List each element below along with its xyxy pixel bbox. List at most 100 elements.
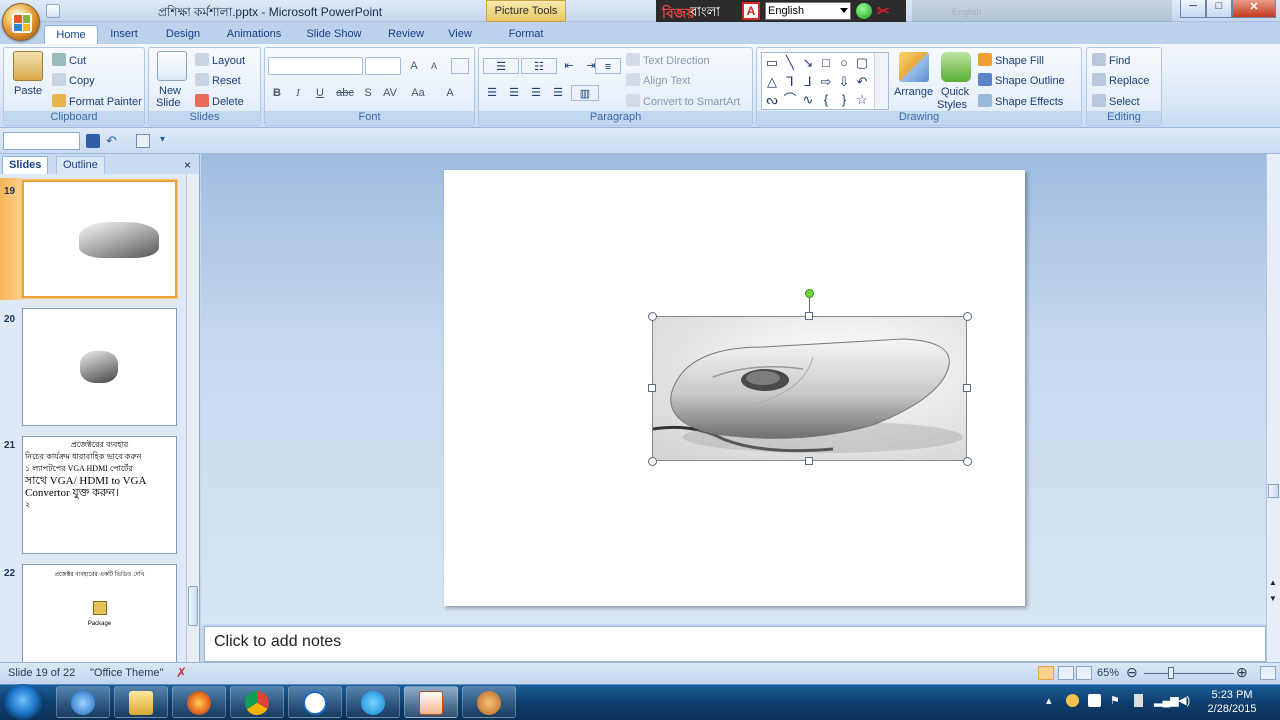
align-center-button[interactable]: ☰ xyxy=(505,85,523,101)
shape-arrow-icon[interactable]: ↘ xyxy=(800,55,816,71)
undo-icon[interactable]: ↶ xyxy=(106,133,117,149)
underline-button[interactable]: U xyxy=(311,85,329,101)
strikethrough-button[interactable]: abc xyxy=(333,85,357,101)
shape-rounded-rect-icon[interactable]: ▢ xyxy=(854,55,870,71)
tab-design[interactable]: Design xyxy=(158,25,208,44)
pane-close-button[interactable]: × xyxy=(184,158,191,172)
zoom-in-button[interactable]: ⊕ xyxy=(1236,664,1248,681)
bullets-button[interactable]: ☰ xyxy=(483,58,519,74)
thumbnails-scroll-thumb[interactable] xyxy=(188,586,198,626)
quick-styles-label-2[interactable]: Styles xyxy=(937,99,967,111)
battery-icon[interactable] xyxy=(1134,694,1143,707)
normal-view-icon[interactable] xyxy=(1038,666,1054,680)
shape-freeform-icon[interactable]: ᔓ xyxy=(764,92,780,108)
zoom-slider-thumb[interactable] xyxy=(1168,667,1174,679)
shape-brace-left-icon[interactable]: { xyxy=(818,92,834,108)
resize-handle-top-right[interactable] xyxy=(963,312,972,321)
network-signal-icon[interactable]: ▂▄▆ xyxy=(1154,694,1179,707)
shape-elbow-icon[interactable]: ⅃ xyxy=(800,74,816,90)
shape-effects-button[interactable]: Shape Effects xyxy=(978,94,1063,108)
italic-button[interactable]: I xyxy=(289,85,307,101)
show-hidden-icons[interactable]: ▴ xyxy=(1046,694,1059,707)
volume-icon[interactable]: ◀) xyxy=(1178,694,1191,707)
format-painter-button[interactable]: Format Painter xyxy=(52,94,142,108)
customize-qat-icon[interactable]: ▾ xyxy=(160,134,165,145)
grow-font-button[interactable]: A xyxy=(405,58,423,74)
slide-thumbnail-20[interactable] xyxy=(22,308,177,426)
shape-rectangle-icon[interactable]: □ xyxy=(818,55,834,71)
convert-smartart-button[interactable]: Convert to SmartArt xyxy=(626,94,740,108)
taskbar-ie[interactable] xyxy=(56,686,110,718)
tab-slide-show[interactable]: Slide Show xyxy=(300,25,368,44)
text-direction-button[interactable]: Text Direction xyxy=(626,53,710,67)
taskbar-clock[interactable]: 5:23 PM 2/28/2015 xyxy=(1196,688,1268,716)
paste-button[interactable]: Paste xyxy=(14,85,42,97)
shape-brace-right-icon[interactable]: } xyxy=(836,92,852,108)
tab-outline[interactable]: Outline xyxy=(56,156,105,174)
taskbar-app[interactable] xyxy=(462,686,516,718)
resize-handle-top-left[interactable] xyxy=(648,312,657,321)
green-status-icon[interactable] xyxy=(856,3,872,19)
slide-show-icon[interactable] xyxy=(1076,666,1092,680)
resize-handle-bottom-right[interactable] xyxy=(963,457,972,466)
resize-handle-bottom-left[interactable] xyxy=(648,457,657,466)
language-a-icon[interactable]: A xyxy=(742,2,760,20)
quick-styles-label-1[interactable]: Quick xyxy=(941,86,969,98)
taskbar-powerpoint[interactable] xyxy=(404,686,458,718)
fit-to-window-icon[interactable] xyxy=(1260,666,1276,680)
flag-icon[interactable]: ⚑ xyxy=(1110,694,1123,707)
next-slide-icon[interactable]: ▼ xyxy=(1269,594,1277,603)
shape-connector-icon[interactable]: ⅂ xyxy=(782,74,798,90)
bold-button[interactable]: B xyxy=(268,85,286,101)
select-button[interactable]: Select xyxy=(1092,94,1140,108)
new-slide-label-2[interactable]: Slide xyxy=(156,97,180,109)
cut-button[interactable]: Cut xyxy=(52,53,86,67)
arrange-button[interactable]: Arrange xyxy=(894,86,933,98)
shape-textbox-icon[interactable]: ▭ xyxy=(764,55,780,71)
tab-slides[interactable]: Slides xyxy=(2,156,49,174)
tray-shield-icon[interactable] xyxy=(1088,694,1101,707)
reset-button[interactable]: Reset xyxy=(195,73,241,87)
clear-format-button[interactable] xyxy=(451,58,469,74)
font-name-dropdown[interactable] xyxy=(268,57,363,75)
columns-button[interactable]: ▥ xyxy=(571,85,599,101)
slide-sorter-icon[interactable] xyxy=(1058,666,1074,680)
char-spacing-button[interactable]: AV xyxy=(379,85,401,101)
tray-app-icon[interactable] xyxy=(1066,694,1079,707)
align-right-button[interactable]: ☰ xyxy=(527,85,545,101)
shape-down-arrow-icon[interactable]: ⇩ xyxy=(836,74,852,90)
shape-right-arrow-icon[interactable]: ⇨ xyxy=(818,74,834,90)
font-size-dropdown[interactable] xyxy=(365,57,401,75)
notes-pane[interactable]: Click to add notes xyxy=(204,626,1266,662)
shapes-gallery-scroll[interactable] xyxy=(874,53,888,109)
justify-button[interactable]: ☰ xyxy=(549,85,567,101)
save-icon[interactable] xyxy=(86,134,100,148)
taskbar-firefox[interactable] xyxy=(172,686,226,718)
language-select[interactable]: English xyxy=(765,2,851,20)
shape-triangle-icon[interactable]: △ xyxy=(764,74,780,90)
editor-scroll-thumb[interactable] xyxy=(1268,484,1279,498)
resize-handle-bottom[interactable] xyxy=(805,457,813,465)
find-button[interactable]: Find xyxy=(1092,53,1130,67)
zoom-out-button[interactable]: ⊖ xyxy=(1126,664,1138,681)
new-slide-label-1[interactable]: New xyxy=(159,85,181,97)
shape-oval-icon[interactable]: ○ xyxy=(836,55,852,71)
font-color-button[interactable]: A xyxy=(441,85,459,101)
shape-curve-icon[interactable]: ↶ xyxy=(854,74,870,90)
copy-button[interactable]: Copy xyxy=(52,73,95,87)
shapes-gallery[interactable]: ▭ ╲ ↘ □ ○ ▢ △ ⅂ ⅃ ⇨ ⇩ ↶ ᔓ ⌒ ∿ { } ☆ xyxy=(761,52,889,110)
rotation-handle[interactable] xyxy=(805,289,814,298)
resize-handle-left[interactable] xyxy=(648,384,656,392)
shape-outline-button[interactable]: Shape Outline xyxy=(978,73,1065,87)
slide-thumbnail-22[interactable]: প্রজেক্টর ব্যবহারের একটি ভিডিও দেখি Pack… xyxy=(22,564,177,662)
shape-line-icon[interactable]: ╲ xyxy=(782,55,798,71)
tab-home[interactable]: Home xyxy=(44,25,98,44)
slide-thumbnail-21[interactable]: প্রজেক্টরের ব্যবহার নিচের কার্যক্রম ধারা… xyxy=(22,436,177,554)
taskbar-hp[interactable] xyxy=(288,686,342,718)
replace-button[interactable]: Replace xyxy=(1092,73,1149,87)
shape-arc-icon[interactable]: ⌒ xyxy=(782,92,798,108)
start-button[interactable] xyxy=(2,684,44,720)
shrink-font-button[interactable]: A xyxy=(425,58,443,74)
office-button[interactable] xyxy=(2,3,40,41)
change-case-button[interactable]: Aa xyxy=(407,85,429,101)
